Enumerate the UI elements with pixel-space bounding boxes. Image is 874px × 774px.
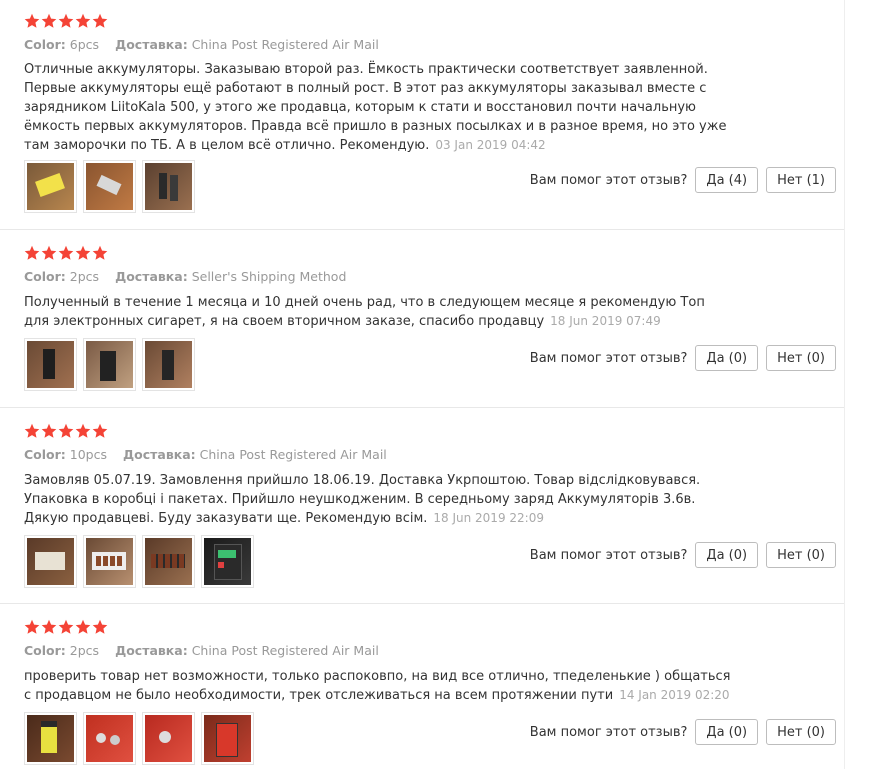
- helpful-yes-button[interactable]: Да (4): [695, 167, 759, 193]
- star-icon: [58, 423, 74, 438]
- helpful-vote: Вам помог этот отзыв? Да (0) Нет (0): [530, 345, 836, 371]
- review-meta: Color: 2pcs Доставка: Seller's Shipping M…: [24, 269, 346, 284]
- helpful-vote: Вам помог этот отзыв? Да (4) Нет (1): [530, 167, 836, 193]
- star-icon: [41, 245, 57, 260]
- helpful-no-button[interactable]: Нет (0): [766, 542, 836, 568]
- review-text: проверить товар нет возможности, только …: [24, 667, 734, 705]
- review-date: 03 Jan 2019 04:42: [435, 138, 546, 152]
- color-key: Color:: [24, 447, 66, 462]
- star-rating: [24, 423, 108, 439]
- helpful-question: Вам помог этот отзыв?: [529, 724, 688, 740]
- review-photo[interactable]: [83, 160, 136, 213]
- star-rating: [24, 245, 108, 261]
- review-meta: Color: 10pcs Доставка: China Post Registe…: [24, 447, 387, 462]
- color-value: 2pcs: [69, 643, 100, 658]
- color-key: Color:: [24, 269, 66, 284]
- shipping-value: Seller's Shipping Method: [191, 269, 347, 284]
- review-body: Замовляв 05.07.19. Замовлення прийшло 18…: [24, 473, 701, 526]
- star-icon: [58, 245, 74, 260]
- shipping-key: Доставка:: [115, 37, 188, 52]
- review-photo[interactable]: [201, 535, 254, 588]
- review-meta: Color: 6pcs Доставка: China Post Register…: [24, 37, 379, 52]
- helpful-yes-button[interactable]: Да (0): [695, 542, 759, 568]
- star-icon: [24, 245, 40, 260]
- review-photo[interactable]: [24, 712, 77, 765]
- review-date: 14 Jan 2019 02:20: [619, 688, 730, 702]
- review-photo[interactable]: [142, 160, 195, 213]
- reviews-list: Color: 6pcs Доставка: China Post Register…: [0, 0, 844, 774]
- shipping-key: Доставка:: [123, 447, 196, 462]
- color-value: 6pcs: [69, 37, 100, 52]
- shipping-key: Доставка:: [115, 643, 188, 658]
- review-item: Color: 2pcs Доставка: China Post Register…: [0, 604, 844, 774]
- helpful-question: Вам помог этот отзыв?: [529, 172, 688, 188]
- review-text: Отличные аккумуляторы. Заказываю второй …: [24, 60, 734, 155]
- star-icon: [24, 619, 40, 634]
- page-scrollbar[interactable]: [844, 0, 874, 769]
- helpful-yes-button[interactable]: Да (0): [695, 345, 759, 371]
- review-photos: [24, 712, 254, 765]
- review-date: 18 Jun 2019 22:09: [433, 511, 544, 525]
- review-photo[interactable]: [201, 712, 254, 765]
- review-item: Color: 2pcs Доставка: Seller's Shipping M…: [0, 230, 844, 408]
- shipping-value: China Post Registered Air Mail: [191, 37, 379, 52]
- shipping-key: Доставка:: [115, 269, 188, 284]
- color-key: Color:: [24, 37, 66, 52]
- star-icon: [75, 13, 91, 28]
- shipping-value: China Post Registered Air Mail: [191, 643, 379, 658]
- review-photo[interactable]: [24, 535, 77, 588]
- star-icon: [24, 13, 40, 28]
- color-value: 2pcs: [69, 269, 100, 284]
- review-text: Замовляв 05.07.19. Замовлення прийшло 18…: [24, 471, 734, 528]
- star-icon: [92, 245, 108, 260]
- helpful-no-button[interactable]: Нет (0): [766, 719, 836, 745]
- star-icon: [24, 423, 40, 438]
- review-photo[interactable]: [24, 338, 77, 391]
- star-icon: [41, 13, 57, 28]
- review-photo[interactable]: [142, 338, 195, 391]
- review-photos: [24, 535, 254, 588]
- review-meta: Color: 2pcs Доставка: China Post Register…: [24, 643, 379, 658]
- star-rating: [24, 619, 108, 635]
- helpful-no-button[interactable]: Нет (1): [766, 167, 836, 193]
- star-rating: [24, 13, 108, 29]
- star-icon: [92, 619, 108, 634]
- review-date: 18 Jun 2019 07:49: [550, 314, 661, 328]
- helpful-vote: Вам помог этот отзыв? Да (0) Нет (0): [530, 542, 836, 568]
- review-item: Color: 10pcs Доставка: China Post Registe…: [0, 408, 844, 604]
- review-photo[interactable]: [142, 535, 195, 588]
- helpful-question: Вам помог этот отзыв?: [529, 350, 688, 366]
- star-icon: [41, 619, 57, 634]
- helpful-yes-button[interactable]: Да (0): [695, 719, 759, 745]
- review-photo[interactable]: [83, 712, 136, 765]
- star-icon: [41, 423, 57, 438]
- review-text: Полученный в течение 1 месяца и 10 дней …: [24, 293, 734, 331]
- review-photo[interactable]: [83, 535, 136, 588]
- review-item: Color: 6pcs Доставка: China Post Register…: [0, 0, 844, 230]
- helpful-vote: Вам помог этот отзыв? Да (0) Нет (0): [530, 719, 836, 745]
- shipping-value: China Post Registered Air Mail: [199, 447, 387, 462]
- star-icon: [58, 13, 74, 28]
- star-icon: [75, 619, 91, 634]
- review-photo[interactable]: [142, 712, 195, 765]
- star-icon: [58, 619, 74, 634]
- review-photos: [24, 160, 195, 213]
- review-photo[interactable]: [83, 338, 136, 391]
- star-icon: [92, 13, 108, 28]
- review-photos: [24, 338, 195, 391]
- color-value: 10pcs: [69, 447, 108, 462]
- helpful-no-button[interactable]: Нет (0): [766, 345, 836, 371]
- star-icon: [92, 423, 108, 438]
- star-icon: [75, 245, 91, 260]
- review-photo[interactable]: [24, 160, 77, 213]
- color-key: Color:: [24, 643, 66, 658]
- star-icon: [75, 423, 91, 438]
- helpful-question: Вам помог этот отзыв?: [529, 547, 688, 563]
- review-body: Отличные аккумуляторы. Заказываю второй …: [24, 62, 727, 153]
